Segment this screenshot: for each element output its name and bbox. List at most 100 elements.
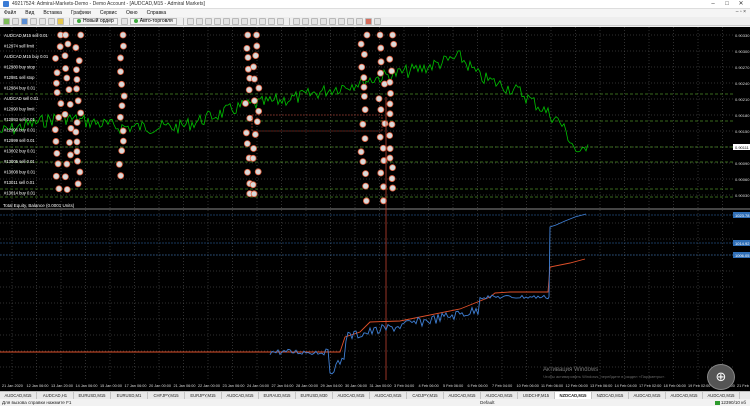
menu-view[interactable]: Вид (25, 10, 34, 16)
trade-marker-icon (74, 180, 82, 188)
line-chart-icon[interactable] (204, 17, 212, 25)
cursor-icon[interactable] (292, 17, 300, 25)
metaeditor-icon[interactable] (120, 17, 128, 25)
time-axis-label: 10 Feb 06:00 (517, 384, 539, 388)
chart-tab[interactable]: CHFJPY,M15 (148, 392, 185, 399)
time-axis-label: 3 Feb 04:00 (394, 384, 414, 388)
chart-tab[interactable]: AUDCAD,M15 (703, 392, 740, 399)
magnifier-icon[interactable]: ⊕ (707, 364, 735, 390)
chart-tab[interactable]: EURUSD,M1 (111, 392, 148, 399)
chart-tab[interactable]: NZDCAD,M15 (555, 392, 592, 399)
chart-tab[interactable]: AUDCAD,M15 (222, 392, 259, 399)
autotrading-button[interactable]: Авто-торговля (129, 17, 177, 25)
crosshair-icon[interactable] (301, 17, 309, 25)
chart-tab[interactable]: EURUSD,M15 (74, 392, 111, 399)
trade-marker-icon (253, 118, 261, 126)
menu-window[interactable]: Окно (126, 10, 138, 16)
trade-marker-icon (116, 160, 123, 168)
chart-tabs: AUDCAD,M15 AUDCAD,H1 EURUSD,M15 EURUSD,M1 CH… (0, 391, 750, 399)
maximize-button[interactable]: □ (720, 0, 734, 9)
trade-marker-icon (377, 58, 385, 66)
chart-tab[interactable]: AUDCAD,H1 (37, 392, 74, 399)
navigator-icon[interactable] (39, 17, 46, 25)
strategy-tester-icon[interactable] (57, 17, 64, 25)
chart-tab[interactable]: EURUSD,M30 (296, 392, 333, 399)
price-axis-label: 0.90300 (735, 49, 750, 54)
chart-tab[interactable]: EURJPY,M15 (185, 392, 222, 399)
trade-label: AUDCAD,M15 buy 0.01 (4, 54, 49, 59)
horizontal-line-icon[interactable] (319, 17, 327, 25)
time-axis-label: 27 Jan 04:00 (272, 384, 294, 388)
auto-scroll-icon[interactable] (240, 17, 248, 25)
terminal-icon[interactable] (48, 17, 55, 25)
trade-marker-icon (243, 140, 251, 148)
indicators-icon[interactable] (258, 17, 266, 25)
menu-file[interactable]: Файл (4, 10, 16, 16)
trade-marker-icon (361, 106, 369, 113)
trade-marker-icon (67, 151, 74, 159)
chart-tab[interactable]: AUDCAD,M15 (629, 392, 666, 399)
trade-marker-icon (377, 106, 385, 114)
arrows-icon[interactable] (373, 17, 381, 25)
templates-icon[interactable] (276, 17, 284, 25)
periods-icon[interactable] (267, 17, 275, 25)
subwindow-value-label: 1023.78 (735, 213, 750, 218)
chart-canvas[interactable]: AUDCAD,M15 sell 0.01 #12974 sell limit AUD… (0, 27, 750, 391)
chart-tab[interactable]: EURAUD,M15 (259, 392, 296, 399)
trade-marker-icon (53, 69, 61, 77)
chart-tab[interactable]: AUDCAD,M15 (333, 392, 370, 399)
trendline-icon[interactable] (328, 17, 336, 25)
mdi-window-controls[interactable]: – ▫ × (736, 9, 746, 15)
fibonacci-icon[interactable] (346, 17, 354, 25)
connection-icon (714, 400, 720, 405)
chart-tab[interactable]: AUDCAD,M15 (481, 392, 518, 399)
zoom-out-icon[interactable] (222, 17, 230, 25)
text-label-icon[interactable] (364, 17, 372, 25)
time-axis-label: 13 Feb 06:00 (590, 384, 612, 388)
trade-marker-icon (244, 31, 252, 39)
trade-marker-icon (52, 138, 60, 145)
trade-marker-icon (74, 157, 81, 165)
profiles-icon[interactable] (12, 17, 19, 25)
new-order-button[interactable]: Новый ордер (73, 17, 118, 25)
new-chart-icon[interactable] (3, 17, 10, 25)
trade-marker-icon (53, 149, 61, 157)
minimize-button[interactable]: – (706, 0, 720, 9)
data-window-icon[interactable] (30, 17, 37, 25)
trade-marker-icon (386, 110, 394, 118)
time-axis-label: 14 Jan 06:00 (76, 384, 98, 388)
trade-marker-icon (61, 173, 69, 181)
trade-marker-icon (388, 121, 396, 128)
trade-marker-icon (61, 110, 69, 118)
trade-marker-icon (73, 85, 80, 93)
zoom-in-icon[interactable] (213, 17, 221, 25)
menu-insert[interactable]: Вставка (43, 10, 62, 16)
chart-tab[interactable]: AUDCAD,M15 (0, 392, 37, 399)
trade-marker-icon (251, 131, 259, 138)
chart-tab[interactable]: AUDCAD,M15 (444, 392, 481, 399)
market-watch-icon[interactable] (21, 17, 28, 25)
chart-tab[interactable]: AUDCAD,M15 (666, 392, 703, 399)
trade-marker-icon (63, 186, 71, 193)
trade-marker-icon (377, 169, 385, 177)
bar-chart-icon[interactable] (186, 17, 194, 25)
menu-help[interactable]: Справка (147, 10, 167, 16)
trade-marker-icon (250, 190, 258, 198)
text-icon[interactable] (355, 17, 363, 25)
chart-tab[interactable]: NZDCAD,M15 (592, 392, 629, 399)
price-chart[interactable]: AUDCAD,M15 sell 0.01 #12974 sell limit AUD… (0, 27, 750, 391)
menu-charts[interactable]: Графики (71, 10, 91, 16)
chart-tab[interactable]: USDCHF,M15 (518, 392, 555, 399)
chart-shift-icon[interactable] (249, 17, 257, 25)
price-axis-label: 0.90210 (735, 97, 750, 102)
time-axis-label: 5 Feb 06:00 (443, 384, 463, 388)
subwindow-value-label: 1006.05 (735, 253, 750, 258)
menu-tools[interactable]: Сервис (100, 10, 117, 16)
chart-tab[interactable]: CADJPY,M15 (407, 392, 444, 399)
chart-tab[interactable]: AUDCAD,M15 (370, 392, 407, 399)
candlestick-icon[interactable] (195, 17, 203, 25)
close-button[interactable]: ✕ (734, 0, 748, 9)
vertical-line-icon[interactable] (310, 17, 318, 25)
tile-windows-icon[interactable] (231, 17, 239, 25)
channel-icon[interactable] (337, 17, 345, 25)
